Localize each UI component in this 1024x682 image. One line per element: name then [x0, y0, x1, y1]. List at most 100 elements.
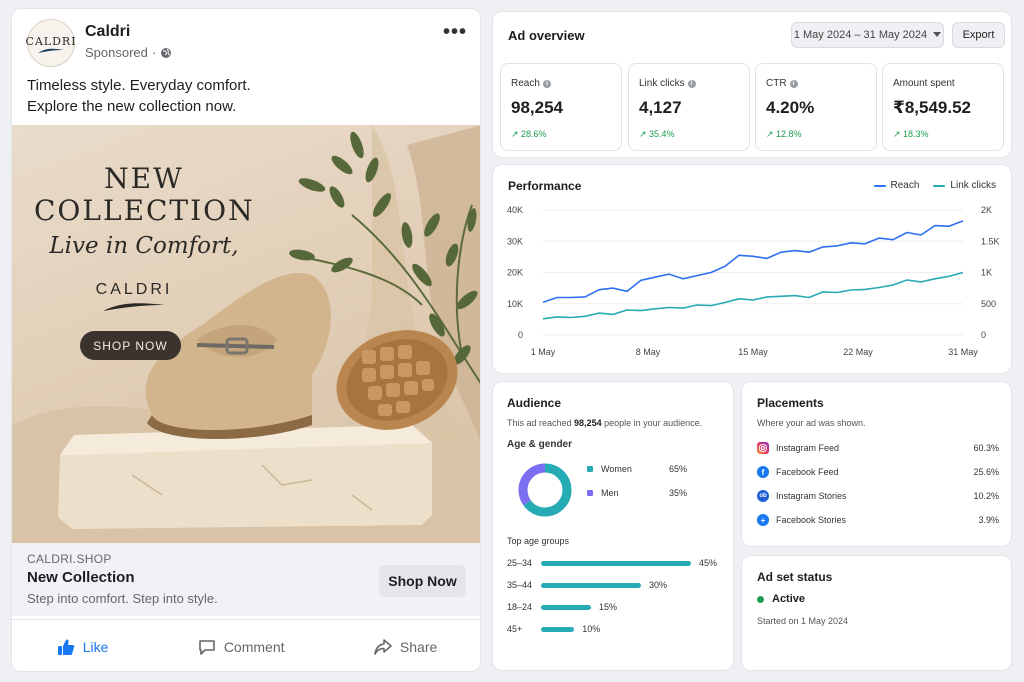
x-tick: 15 May: [738, 347, 768, 357]
kpi-label-text: Amount spent: [893, 78, 955, 89]
placement-row-instagram-feed[interactable]: Instagram Feed 60.3%: [757, 441, 999, 455]
brand-swoosh-icon: [103, 303, 165, 311]
instagram-stories-icon: ob: [757, 490, 769, 502]
kpi-label: Amount spent: [893, 78, 955, 89]
comment-label: Comment: [223, 638, 285, 655]
top-age-groups-label: Top age groups: [507, 536, 570, 546]
kpi-value: 4,127: [639, 98, 682, 117]
facebook-ad-post: CALDRI Caldri Sponsored · ••• Timeless s…: [11, 8, 481, 672]
age-group-label: 18–24: [507, 602, 533, 612]
placement-row-instagram-stories[interactable]: ob Instagram Stories 10.2%: [757, 489, 999, 503]
creative-brand-text: CALDRI: [95, 281, 173, 298]
comment-icon: [199, 639, 215, 655]
age-group-pct: 10%: [582, 624, 601, 634]
status-text: Active: [772, 593, 806, 605]
creative-headline: NEW COLLECTION Live in Comfort,: [34, 163, 254, 260]
date-range-label: 1 May 2024 – 31 May 2024: [793, 29, 928, 41]
kpi-label-text: CTR: [766, 78, 787, 89]
age-group-label: 25–34: [507, 558, 533, 568]
age-group-label: 35–44: [507, 580, 533, 590]
gender-pct: 65%: [668, 464, 687, 474]
link-preview[interactable]: CALDRI.SHOP New Collection Step into com…: [12, 543, 480, 616]
kpi-value: 98,254: [511, 98, 563, 117]
link-title: New Collection: [27, 569, 135, 586]
shop-now-button[interactable]: Shop Now: [379, 565, 466, 597]
audience-panel: Audience This ad reached 98,254 people i…: [492, 381, 734, 671]
page-name[interactable]: Caldri: [85, 23, 130, 41]
kpi-label-text: Link clicks: [639, 78, 685, 89]
chart-legend: Reach Link clicks: [873, 180, 996, 191]
ad-overview-panel: Ad overview 1 May 2024 – 31 May 2024 Exp…: [492, 11, 1012, 158]
placement-pct: 60.3%: [973, 443, 999, 453]
y-left-tick: 0: [518, 330, 523, 340]
info-icon[interactable]: i: [789, 79, 798, 88]
x-tick: 1 May: [531, 347, 556, 357]
gender-row-men: Men 35%: [587, 488, 687, 498]
kpi-label: Link clicks i: [639, 78, 696, 89]
placement-label: Instagram Stories: [776, 491, 847, 501]
legend-item-link-clicks[interactable]: Link clicks: [933, 180, 996, 191]
chevron-down-icon: [933, 32, 942, 37]
age-group-bar: [541, 627, 575, 632]
reach-prefix: This ad reached: [507, 418, 575, 428]
placement-pct: 25.6%: [973, 467, 999, 477]
age-gender-label: Age & gender: [507, 439, 573, 450]
more-options-icon[interactable]: •••: [443, 22, 467, 42]
placement-row-facebook-feed[interactable]: f Facebook Feed 25.6%: [757, 465, 999, 479]
series-line-link-clicks[interactable]: [542, 271, 964, 320]
kpi-change: ↗ 28.6%: [511, 129, 547, 139]
y-right-tick: 0: [981, 330, 986, 340]
series-line-reach[interactable]: [542, 220, 964, 303]
y-left-tick: 40K: [507, 205, 523, 215]
share-button[interactable]: Share: [374, 638, 437, 656]
placement-pct: 10.2%: [973, 491, 999, 501]
comment-button[interactable]: Comment: [198, 638, 285, 656]
ad-creative-image[interactable]: NEW COLLECTION Live in Comfort, CALDRI S…: [12, 125, 480, 543]
post-header: CALDRI Caldri Sponsored · •••: [25, 19, 467, 67]
performance-chart[interactable]: 40K 2K 30K 1.5K 20K 1K 10K 500 0 0 1 May 8 May 15 Ma…: [493, 165, 1013, 375]
reach-suffix: people in your audience.: [601, 418, 703, 428]
date-range-picker[interactable]: 1 May 2024 – 31 May 2024: [791, 22, 944, 48]
y-right-tick: 500: [981, 299, 996, 309]
instagram-icon: [757, 442, 769, 454]
like-label: Like: [82, 638, 109, 655]
avatar[interactable]: CALDRI: [25, 19, 76, 67]
placements-subtitle: Where your ad was shown.: [757, 418, 866, 428]
link-description: Step into comfort. Step into style.: [27, 591, 218, 606]
age-group-bar: [541, 605, 591, 610]
globe-icon: [161, 47, 172, 58]
export-button[interactable]: Export: [952, 22, 1005, 48]
x-tick: 31 May: [948, 347, 978, 357]
legend-item-reach[interactable]: Reach: [873, 180, 919, 191]
share-icon: [374, 638, 392, 655]
y-right-tick: 1.5K: [981, 236, 1000, 246]
legend-swatch: [873, 184, 886, 187]
age-group-row: 25–34 45%: [507, 558, 721, 570]
caption-line-1: Timeless style. Everyday comfort.: [27, 77, 251, 94]
placements-panel: Placements Where your ad was shown. Inst…: [741, 381, 1012, 547]
y-left-tick: 30K: [507, 236, 523, 246]
placement-row-facebook-stories[interactable]: + Facebook Stories 3.9%: [757, 513, 999, 527]
kpi-change: ↗ 35.4%: [639, 129, 675, 139]
kpi-card-reach: Reach i 98,254 ↗ 28.6%: [500, 63, 622, 151]
x-tick: 22 May: [843, 347, 873, 357]
performance-panel: 40K 2K 30K 1.5K 20K 1K 10K 500 0 0 1 May 8 May 15 Ma…: [492, 164, 1012, 374]
age-group-bar: [541, 561, 691, 566]
separator-dot: ·: [151, 45, 157, 60]
info-icon[interactable]: i: [687, 79, 696, 88]
performance-title: Performance: [508, 179, 582, 193]
like-button[interactable]: Like: [57, 638, 109, 656]
age-group-row: 35–44 30%: [507, 580, 721, 592]
caption-line-2: Explore the new collection now.: [27, 98, 237, 115]
legend-swatch: [933, 184, 946, 187]
ad-set-status-title: Ad set status: [757, 570, 833, 584]
kpi-change: ↗ 18.3%: [893, 129, 929, 139]
status-badge: Active: [757, 593, 805, 605]
ad-overview-title: Ad overview: [508, 28, 585, 43]
thumbs-up-icon: [57, 639, 74, 655]
brand-swoosh-icon: [38, 48, 64, 53]
gender-donut-chart[interactable]: [517, 462, 573, 518]
placements-title: Placements: [757, 396, 824, 410]
info-icon[interactable]: i: [542, 79, 551, 88]
age-group-pct: 30%: [649, 580, 668, 590]
